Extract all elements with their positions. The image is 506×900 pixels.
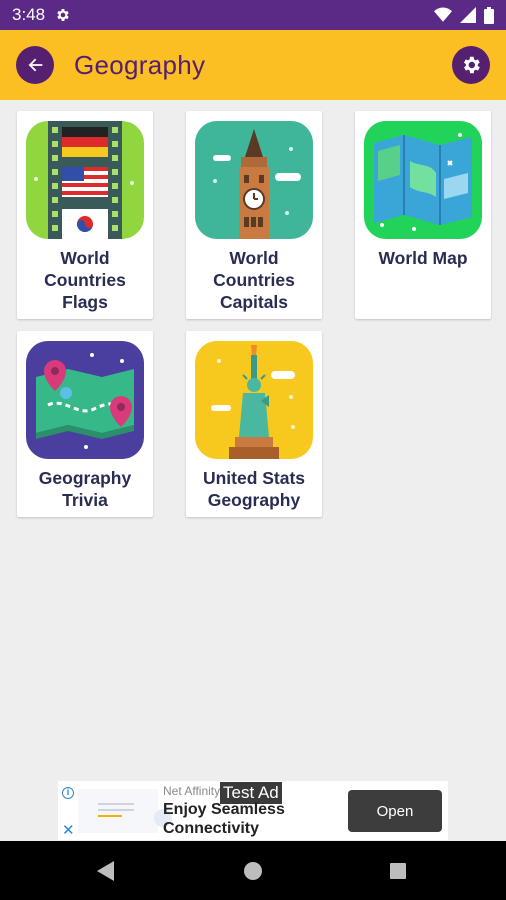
- category-card-world-map[interactable]: World Map: [355, 111, 491, 319]
- home-circle-icon: [244, 862, 262, 880]
- ad-thumbnail: [78, 789, 172, 833]
- category-card-flags[interactable]: World Countries Flags: [17, 111, 153, 319]
- page-title: Geography: [74, 49, 206, 80]
- back-triangle-icon: [97, 861, 114, 881]
- category-card-united-states[interactable]: United Stats Geography: [186, 331, 322, 517]
- info-icon[interactable]: i: [62, 787, 74, 799]
- folded-map-icon: [364, 121, 482, 239]
- recents-square-icon: [390, 863, 406, 879]
- category-label: United Stats Geography: [202, 468, 306, 510]
- gear-icon: [463, 56, 480, 74]
- battery-icon: [484, 6, 494, 24]
- settings-button[interactable]: [452, 46, 490, 84]
- ad-headline: Enjoy Seamless Connectivity: [163, 801, 285, 837]
- nav-home-button[interactable]: [241, 859, 265, 883]
- category-card-trivia[interactable]: Geography Trivia: [17, 331, 153, 517]
- map-pins-icon: [26, 341, 144, 459]
- ad-banner[interactable]: i ✕ Net Affinity Test Ad Enjoy Seamless …: [58, 781, 448, 840]
- statue-of-liberty-icon: [195, 341, 313, 459]
- ad-open-button[interactable]: Open: [348, 790, 442, 832]
- status-time: 3:48: [12, 5, 46, 24]
- app-bar: Geography: [0, 30, 506, 100]
- category-label: Geography Trivia: [38, 468, 132, 510]
- nav-recents-button[interactable]: [386, 859, 410, 883]
- category-label: World Map: [378, 248, 468, 268]
- big-ben-icon: [195, 121, 313, 239]
- back-arrow-icon: [28, 58, 43, 72]
- category-card-capitals[interactable]: World Countries Capitals: [186, 111, 322, 319]
- system-nav-bar: [0, 841, 506, 900]
- gear-icon: [57, 9, 69, 21]
- close-icon[interactable]: ✕: [62, 821, 75, 839]
- ad-advertiser: Net Affinity: [163, 784, 221, 798]
- status-bar: 3:48: [0, 0, 506, 30]
- wifi-icon: [434, 7, 452, 22]
- category-label: World Countries Capitals: [213, 248, 295, 312]
- category-label: World Countries Flags: [44, 248, 126, 312]
- nav-back-button[interactable]: [94, 859, 118, 883]
- back-button[interactable]: [16, 46, 54, 84]
- flags-film-icon: [26, 121, 144, 239]
- signal-icon: [460, 7, 476, 23]
